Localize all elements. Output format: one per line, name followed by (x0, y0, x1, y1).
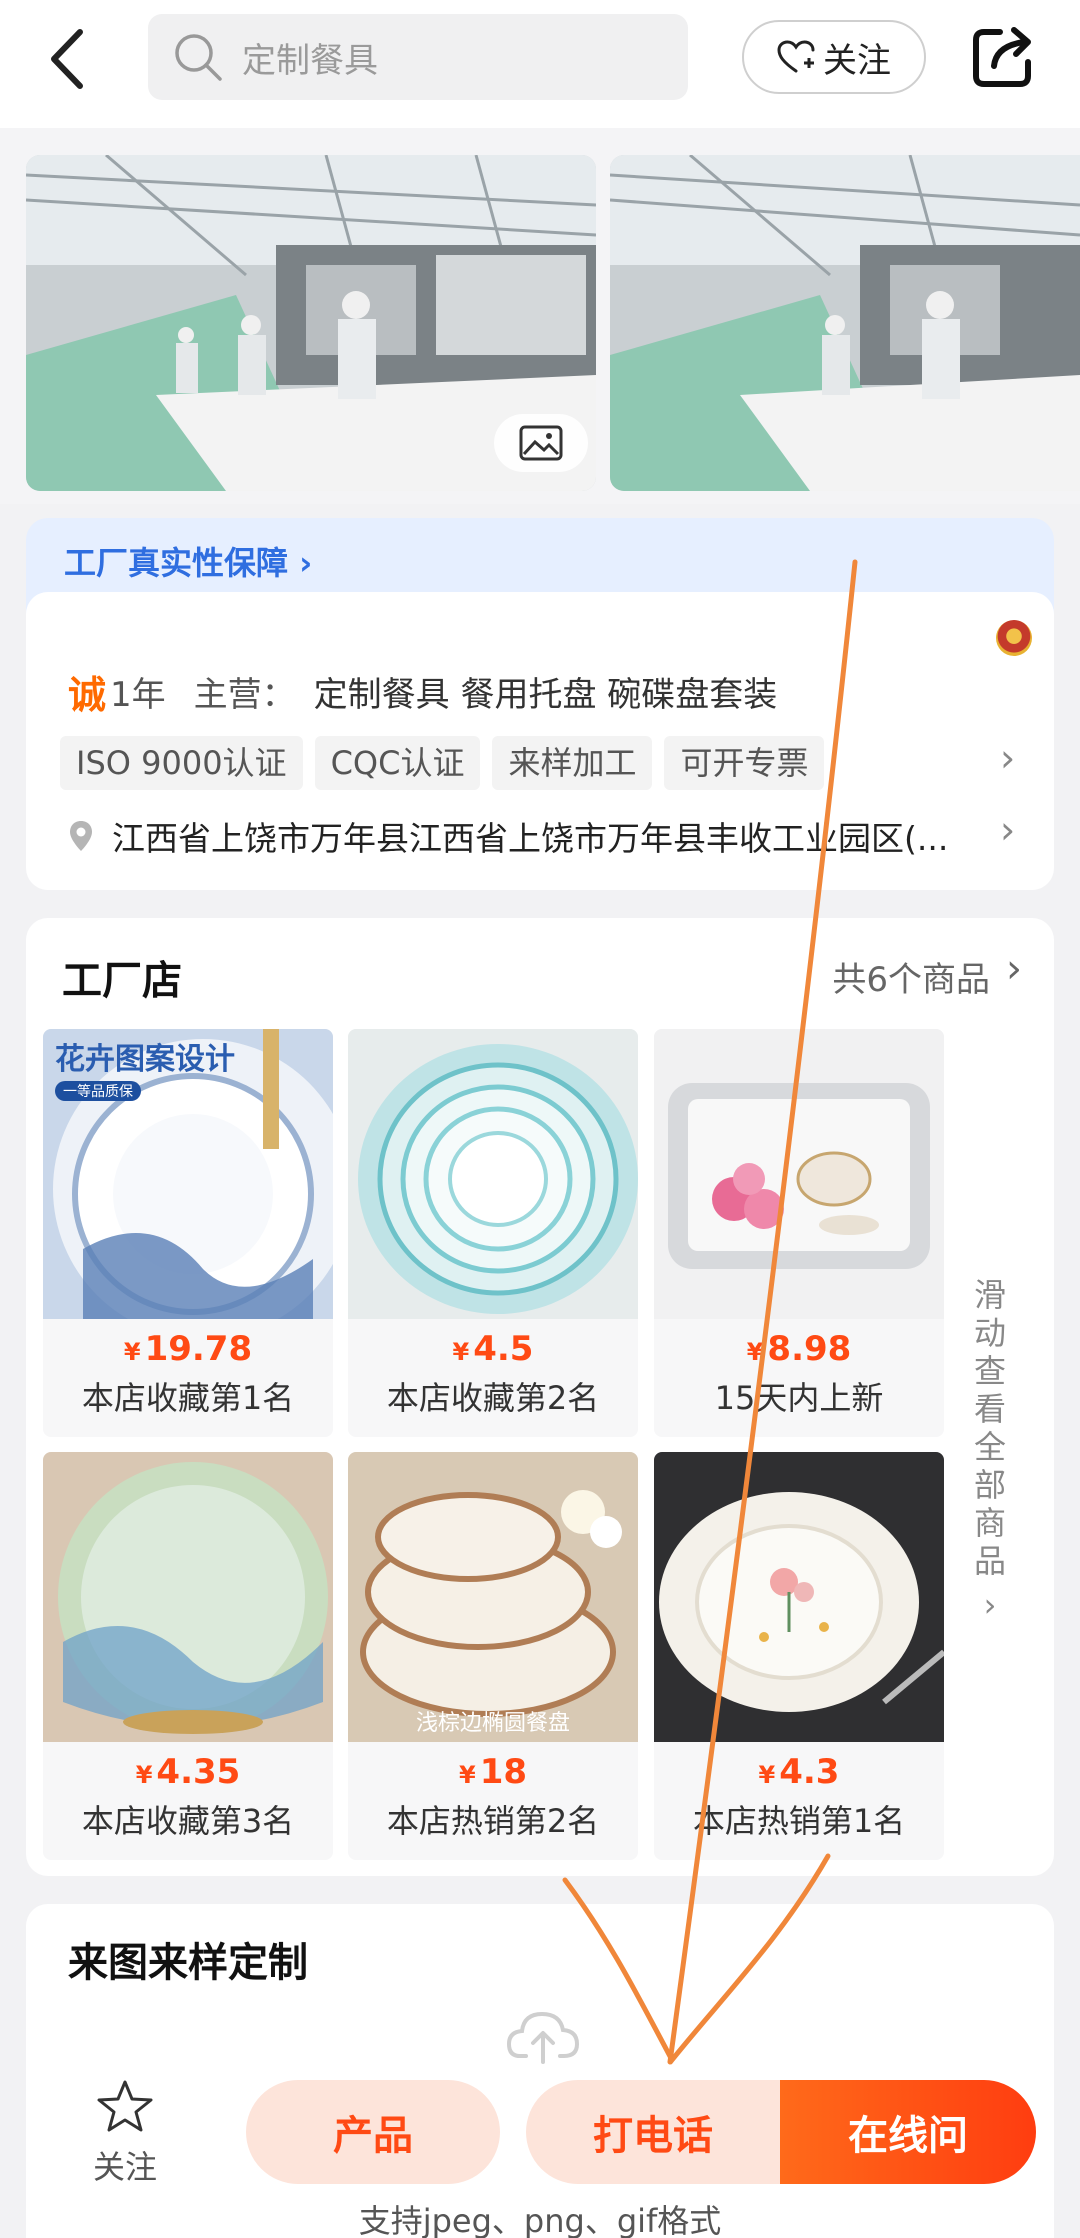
product-card[interactable]: 浅棕边椭圆餐盘 ¥18 本店热销第2名 (348, 1452, 638, 1860)
product-image (43, 1452, 333, 1742)
share-icon[interactable] (970, 22, 1038, 90)
search-icon (175, 34, 222, 81)
search-placeholder: 定制餐具 (242, 40, 378, 81)
star-icon (97, 2080, 153, 2132)
product-price: ¥4.35 (135, 1752, 241, 1792)
product-rank: 本店收藏第1名 (81, 1379, 295, 1417)
album-button[interactable] (494, 414, 588, 472)
custom-title: 来图来样定制 (68, 1940, 308, 1986)
search-box[interactable]: 定制餐具 (148, 14, 688, 100)
product-card[interactable]: ¥4.3 本店热销第1名 (654, 1452, 944, 1860)
product-image-caption: 浅棕边椭圆餐盘 (416, 1711, 570, 1736)
scroll-hint-text: 滑动查看全部商品 (973, 1276, 1006, 1580)
product-image (348, 1029, 638, 1319)
back-arrow-icon[interactable] (44, 24, 94, 94)
product-card[interactable]: ¥4.35 本店收藏第3名 (43, 1452, 333, 1860)
image-gallery-icon (519, 425, 563, 461)
follow-shop-button[interactable]: 关注 (80, 2078, 170, 2188)
product-rank: 本店热销第1名 (692, 1802, 906, 1840)
main-business-line: 诚 1年 主营： 定制餐具 餐用托盘 碗碟盘套装 (68, 664, 777, 719)
main-business-label: 主营： (193, 675, 296, 715)
store-title: 工厂店 (62, 958, 182, 1004)
products-button[interactable]: 产品 (246, 2080, 500, 2184)
online-inquiry-button[interactable]: 在线问 (780, 2080, 1036, 2184)
chevron-right-icon[interactable]: › (1000, 736, 1015, 780)
supported-formats: 支持jpeg、png、gif格式 (358, 2202, 722, 2238)
address-text: 江西省上饶市万年县江西省上饶市万年县丰收工业园区(... (112, 819, 949, 858)
follow-shop-label: 关注 (92, 2148, 157, 2186)
bottom-action-bar: 关注 产品 打电话 在线问 (0, 2068, 1080, 2198)
cert-tag: ISO 9000认证 (60, 736, 303, 790)
scroll-hint[interactable]: 滑动查看全部商品 › (966, 1276, 1014, 1624)
chevron-right-icon[interactable]: › (1000, 808, 1015, 852)
call-button[interactable]: 打电话 (526, 2080, 780, 2184)
product-price: ¥18 (458, 1752, 528, 1792)
guarantee-label: 工厂真实性保障 › (64, 544, 313, 582)
address-row[interactable]: 江西省上饶市万年县江西省上饶市万年县丰收工业园区(... (68, 812, 1008, 860)
product-image-title: 花卉图案设计 (55, 1042, 235, 1077)
cert-tag: 可开专票 (664, 736, 825, 790)
cert-tag: 来样加工 (492, 736, 653, 790)
integrity-badge: 诚 (68, 673, 107, 717)
top-bar: 定制餐具 关注 (0, 0, 1080, 128)
location-pin-icon (70, 821, 92, 851)
upload-cloud-icon[interactable] (506, 2006, 580, 2066)
follow-button[interactable]: 关注 (742, 20, 926, 94)
chevron-right-icon: › (983, 1586, 997, 1624)
product-count-link[interactable]: 共6个商品 (832, 952, 990, 1001)
product-image (654, 1029, 944, 1319)
follow-label: 关注 (823, 40, 891, 81)
factory-photo[interactable] (610, 155, 1080, 491)
supplier-info-card: 诚 1年 主营： 定制餐具 餐用托盘 碗碟盘套装 ISO 9000认证 CQC认… (26, 592, 1054, 890)
product-rank: 本店收藏第2名 (386, 1379, 600, 1417)
heart-plus-icon (777, 40, 815, 73)
certification-tags[interactable]: ISO 9000认证 CQC认证 来样加工 可开专票 (60, 736, 825, 790)
product-rank: 本店收藏第3名 (81, 1802, 295, 1840)
product-card[interactable]: 花卉图案设计 一等品质保 ¥19.78 本店收藏第1名 (43, 1029, 333, 1437)
cert-tag: CQC认证 (314, 736, 481, 790)
product-image: 花卉图案设计 一等品质保 (43, 1029, 333, 1319)
product-image-badge: 一等品质保 (63, 1083, 133, 1100)
main-business-value: 定制餐具 餐用托盘 碗碟盘套装 (313, 675, 778, 715)
product-price: ¥4.5 (452, 1329, 534, 1369)
product-rank: 本店热销第2名 (386, 1802, 600, 1840)
product-price: ¥8.98 (746, 1329, 852, 1369)
membership-years: 1年 (110, 675, 166, 715)
product-rank: 15天内上新 (714, 1379, 884, 1417)
product-price: ¥4.3 (758, 1752, 840, 1792)
emblem-icon (996, 620, 1032, 656)
product-image (654, 1452, 944, 1742)
product-image: 浅棕边椭圆餐盘 (348, 1452, 638, 1742)
product-price: ¥19.78 (123, 1329, 253, 1369)
chevron-right-icon[interactable]: › (1006, 946, 1022, 992)
product-card[interactable]: ¥4.5 本店收藏第2名 (348, 1029, 638, 1437)
product-card[interactable]: ¥8.98 15天内上新 (654, 1029, 944, 1437)
